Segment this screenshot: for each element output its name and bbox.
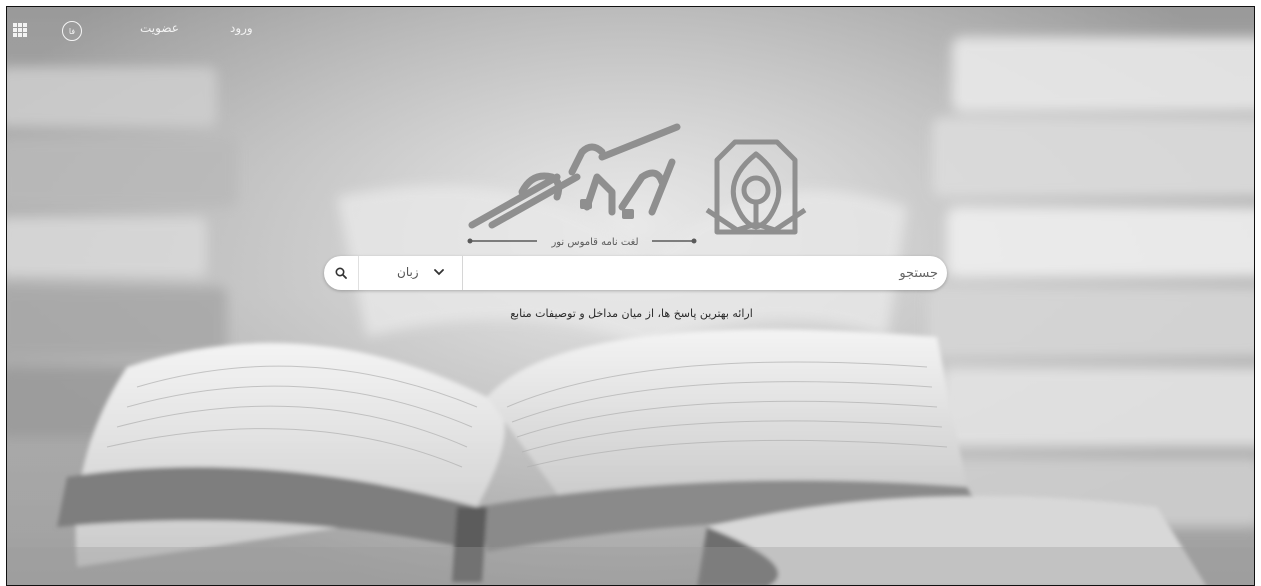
search-input[interactable]: [464, 256, 942, 290]
search-icon: [335, 267, 347, 279]
login-link[interactable]: ورود: [230, 21, 253, 35]
page-background: فا عضویت ورود لغت نامه قاموس نور زبان جس…: [6, 6, 1255, 586]
apps-grid-icon[interactable]: [13, 23, 27, 37]
logo-graphic: لغت نامه قاموس نور: [467, 123, 807, 248]
register-link[interactable]: عضویت: [140, 21, 179, 35]
logo-subtitle: لغت نامه قاموس نور: [550, 237, 638, 248]
language-select-label: زبان: [397, 265, 419, 279]
books-background-image: [7, 37, 1254, 585]
language-select[interactable]: زبان: [359, 256, 463, 290]
search-button[interactable]: [324, 256, 359, 290]
search-bar: زبان: [324, 256, 947, 290]
ghamoos-noor-logo: لغت نامه قاموس نور: [462, 117, 812, 252]
language-badge-label: فا: [68, 26, 76, 36]
language-badge[interactable]: فا: [62, 21, 82, 41]
chevron-down-icon: [434, 269, 444, 276]
tagline: ارائه بهترین پاسخ ها، از میان مداخل و تو…: [510, 307, 753, 320]
